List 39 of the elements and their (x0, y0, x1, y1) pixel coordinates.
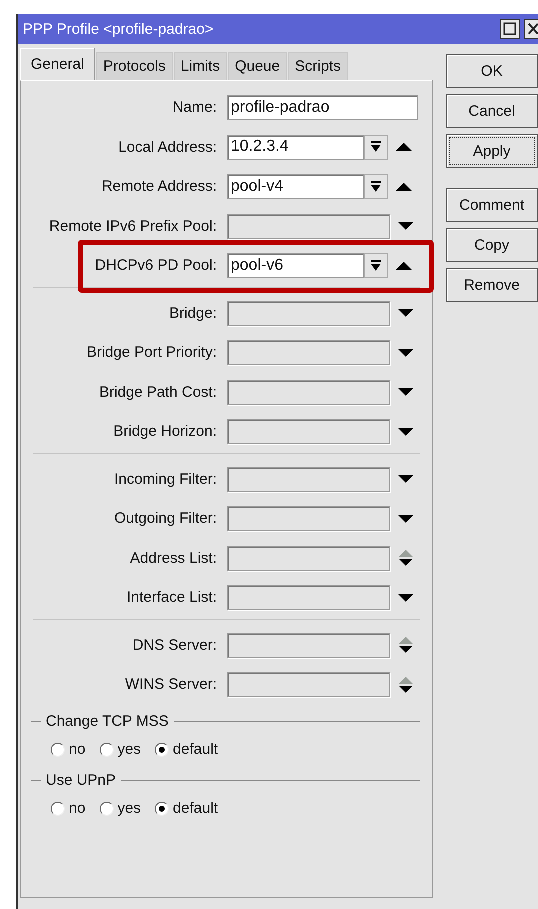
field-label: Bridge Path Cost: (98, 384, 218, 401)
field-label: Incoming Filter: (113, 470, 218, 488)
tab[interactable]: Protocols (96, 52, 173, 80)
radio-option[interactable]: default (155, 736, 218, 764)
field-label: DHCPv6 PD Pool: (94, 257, 218, 274)
tab[interactable]: Limits (174, 52, 228, 80)
field-label: Interface List: (126, 589, 218, 606)
radio-option[interactable]: no (51, 736, 86, 764)
field-label: Remote IPv6 Prefix Pool: (48, 218, 218, 235)
tab[interactable]: Scripts (288, 52, 348, 80)
input-field[interactable]: profile-padrao (227, 95, 418, 120)
input-field[interactable]: pool-v4 (227, 174, 364, 200)
field-label: WINS Server: (124, 676, 218, 694)
dialog-button[interactable]: Copy (446, 228, 538, 262)
radio-option[interactable]: no (51, 794, 86, 822)
field-label: Outgoing Filter: (113, 510, 218, 528)
group-title: Change TCP MSS (45, 712, 170, 730)
radio-option[interactable]: yes (100, 794, 142, 822)
radio-option[interactable]: default (155, 794, 218, 822)
field-label: Bridge Port Priority: (86, 344, 218, 362)
tab[interactable]: Queue (228, 52, 288, 80)
dialog-button[interactable]: Apply (446, 134, 538, 168)
window-title: PPP Profile <profile-padrao> (23, 20, 214, 38)
field-label: Bridge Horizon: (112, 423, 218, 440)
input-field[interactable]: 10.2.3.4 (227, 134, 364, 160)
dialog-button[interactable]: Comment (446, 188, 538, 222)
input-field[interactable]: pool-v6 (227, 253, 364, 278)
dialog-button[interactable]: Cancel (446, 94, 538, 128)
field-label: Bridge: (168, 304, 218, 322)
dialog-button[interactable]: OK (446, 54, 538, 88)
tab[interactable]: General (20, 48, 96, 80)
field-label: DNS Server: (132, 636, 218, 654)
field-label: Address List: (129, 550, 218, 567)
group-title: Use UPnP (45, 772, 118, 788)
field-label: Name: (172, 99, 218, 116)
radio-option[interactable]: yes (100, 736, 142, 764)
field-label: Remote Address: (100, 178, 218, 196)
dialog-button[interactable]: Remove (446, 268, 538, 302)
field-label: Local Address: (118, 138, 218, 156)
